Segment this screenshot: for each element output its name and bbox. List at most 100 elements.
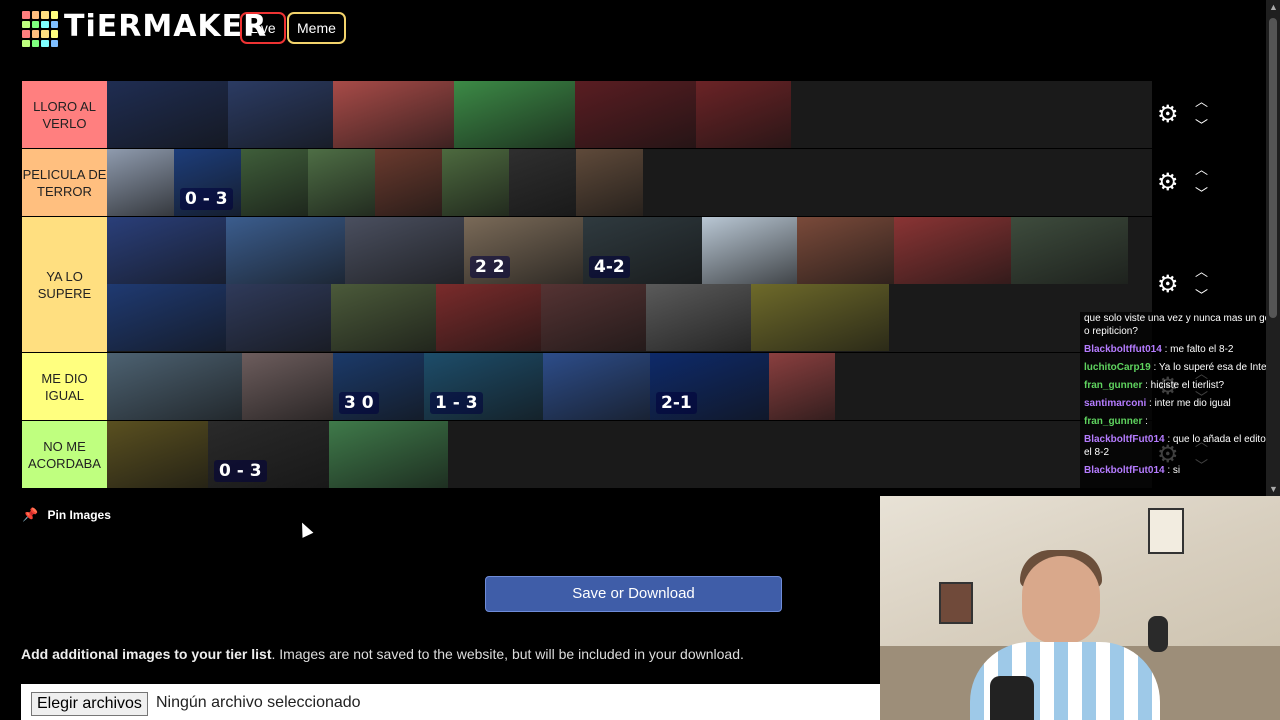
tier-label[interactable]: NO ME ACORDABA xyxy=(22,421,107,488)
chat-message: santimarconi : inter me dio igual xyxy=(1080,397,1280,415)
tier-row: ME DIO IGUAL 3 0 1 - 3 2-1 xyxy=(22,353,1152,421)
tier-image[interactable] xyxy=(442,149,509,216)
tier-image[interactable] xyxy=(226,217,345,284)
logo-square xyxy=(50,11,58,19)
chat-message: Blackboltffut014 : me falto el 8-2 xyxy=(1080,343,1280,361)
tier-image[interactable] xyxy=(702,217,797,284)
wall-frame xyxy=(939,582,973,624)
pin-images-toggle[interactable]: 📌 Pin Images xyxy=(22,507,111,523)
tier-row: YA LO SUPERE 2 2 4-2 xyxy=(22,217,1152,353)
tier-image[interactable] xyxy=(541,284,646,351)
tier-image[interactable] xyxy=(241,149,308,216)
tier-image[interactable] xyxy=(576,149,643,216)
tier-row: LLORO AL VERLO xyxy=(22,81,1152,149)
tier-image[interactable] xyxy=(769,353,835,420)
score-badge: 1 - 3 xyxy=(430,392,483,414)
tier-image[interactable] xyxy=(345,217,464,284)
move-tier-up-icon[interactable]: ︿ xyxy=(1195,95,1208,108)
tier-image[interactable]: 2 2 xyxy=(464,217,583,284)
add-images-instructions: Add additional images to your tier list.… xyxy=(21,646,744,662)
live-button[interactable]: Live xyxy=(240,12,286,44)
chat-username[interactable]: santimarconi xyxy=(1084,398,1146,409)
tier-items: 2 2 4-2 xyxy=(107,217,1152,352)
tier-image[interactable]: 3 0 xyxy=(333,353,424,420)
chat-message: BlackboltfFut014 : que lo añada el edito… xyxy=(1080,433,1280,464)
tier-image[interactable] xyxy=(1011,217,1128,284)
tier-image[interactable] xyxy=(454,81,575,148)
tier-image[interactable] xyxy=(107,284,226,351)
tier-settings-gear-icon[interactable]: ⚙ xyxy=(1157,102,1181,127)
chat-text: : hiciste el tierlist? xyxy=(1142,380,1225,391)
page-scrollbar[interactable]: ▲ ▼ xyxy=(1266,0,1280,496)
tier-image[interactable]: 0 - 3 xyxy=(208,421,329,488)
site-logo-text[interactable]: TiERMAKER xyxy=(64,9,267,44)
tier-image[interactable] xyxy=(646,284,751,351)
tier-image[interactable] xyxy=(509,149,576,216)
chat-username[interactable]: luchitoCarp19 xyxy=(1084,362,1151,373)
tier-list: LLORO AL VERLO PELICULA DE TERROR 0 - 3 YA … xyxy=(22,81,1152,489)
chat-text: que solo viste una vez y nunca mas un go… xyxy=(1084,313,1273,337)
tier-image[interactable] xyxy=(375,149,442,216)
chat-text: : inter me dio igual xyxy=(1146,398,1231,409)
logo-square xyxy=(41,30,49,38)
tier-label[interactable]: ME DIO IGUAL xyxy=(22,353,107,420)
chat-username[interactable]: BlackboltfFut014 xyxy=(1084,465,1165,476)
score-badge: 2-1 xyxy=(656,392,697,414)
tier-image[interactable] xyxy=(329,421,448,488)
tier-image[interactable] xyxy=(894,217,1011,284)
file-input-status: Ningún archivo seleccionado xyxy=(156,694,361,711)
scroll-up-icon[interactable]: ▲ xyxy=(1269,2,1278,12)
tier-image[interactable] xyxy=(436,284,541,351)
tier-label[interactable]: YA LO SUPERE xyxy=(22,217,107,352)
tier-label[interactable]: LLORO AL VERLO xyxy=(22,81,107,148)
tiermaker-logo-icon[interactable] xyxy=(22,11,58,47)
tier-image[interactable] xyxy=(751,284,889,351)
move-tier-down-icon[interactable]: ﹀ xyxy=(1195,187,1208,200)
tier-image[interactable] xyxy=(107,217,226,284)
tier-image[interactable] xyxy=(107,353,242,420)
tier-image[interactable] xyxy=(333,81,454,148)
chat-username[interactable]: BlackboltfFut014 xyxy=(1084,434,1165,445)
tier-image[interactable] xyxy=(107,421,208,488)
tier-image[interactable] xyxy=(226,284,331,351)
tier-settings-gear-icon[interactable]: ⚙ xyxy=(1157,272,1181,297)
logo-square xyxy=(50,39,58,47)
chat-username[interactable]: Blackboltffut014 xyxy=(1084,344,1162,355)
chat-username[interactable]: fran_gunner xyxy=(1084,416,1142,427)
chat-message: que solo viste una vez y nunca mas un go… xyxy=(1080,312,1280,343)
move-tier-up-icon[interactable]: ︿ xyxy=(1195,163,1208,176)
move-tier-down-icon[interactable]: ﹀ xyxy=(1195,289,1208,302)
tier-image[interactable] xyxy=(242,353,333,420)
wall-poster xyxy=(1148,508,1184,554)
scrollbar-thumb[interactable] xyxy=(1269,18,1277,318)
scroll-down-icon[interactable]: ▼ xyxy=(1269,484,1278,494)
tier-image[interactable]: 0 - 3 xyxy=(174,149,241,216)
chat-username[interactable]: fran_gunner xyxy=(1084,380,1142,391)
move-tier-down-icon[interactable]: ﹀ xyxy=(1195,119,1208,132)
logo-square xyxy=(50,20,58,28)
logo-square xyxy=(22,20,30,28)
choose-files-button[interactable]: Elegir archivos xyxy=(31,692,148,716)
tier-image[interactable] xyxy=(107,149,174,216)
tier-image[interactable] xyxy=(331,284,436,351)
tier-label[interactable]: PELICULA DE TERROR xyxy=(22,149,107,216)
tier-image[interactable] xyxy=(797,217,894,284)
tier-image[interactable] xyxy=(228,81,333,148)
tier-items xyxy=(107,81,1152,148)
move-tier-up-icon[interactable]: ︿ xyxy=(1195,265,1208,278)
tier-image[interactable] xyxy=(107,81,228,148)
tier-image[interactable]: 4-2 xyxy=(583,217,702,284)
logo-square xyxy=(22,30,30,38)
tier-row: PELICULA DE TERROR 0 - 3 xyxy=(22,149,1152,217)
tier-image[interactable] xyxy=(308,149,375,216)
tier-image[interactable]: 2-1 xyxy=(650,353,769,420)
tier-image[interactable] xyxy=(696,81,791,148)
save-or-download-button[interactable]: Save or Download xyxy=(485,576,782,612)
score-badge: 0 - 3 xyxy=(214,460,267,482)
add-images-note: . Images are not saved to the website, b… xyxy=(271,646,744,662)
tier-image[interactable]: 1 - 3 xyxy=(424,353,543,420)
tier-settings-gear-icon[interactable]: ⚙ xyxy=(1157,170,1181,195)
meme-button[interactable]: Meme xyxy=(287,12,346,44)
tier-image[interactable] xyxy=(543,353,650,420)
tier-image[interactable] xyxy=(575,81,696,148)
